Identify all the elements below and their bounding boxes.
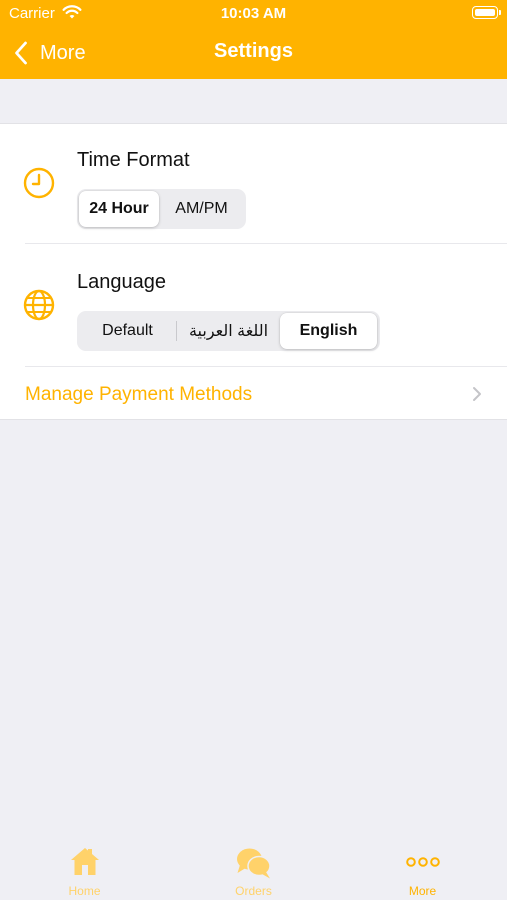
chevron-right-icon	[473, 387, 481, 401]
page-title: Settings	[214, 40, 293, 62]
status-time: 10:03 AM	[220, 5, 287, 22]
manage-payment-methods-row[interactable]: Manage Payment Methods	[0, 367, 507, 421]
header: Carrier 10:03 AM More Settings	[0, 0, 507, 79]
segment-am-pm[interactable]: AM/PM	[159, 191, 244, 227]
globe-icon	[23, 289, 55, 321]
more-dots-icon	[405, 857, 440, 867]
tab-bar: Home Orders More	[0, 836, 507, 900]
tab-more[interactable]: More	[338, 836, 507, 900]
settings-screen: Carrier 10:03 AM More Settings Time Form…	[0, 0, 507, 900]
segment-arabic[interactable]: اللغة العربية	[177, 313, 280, 349]
nav-bar: More Settings	[0, 28, 507, 79]
battery-fill	[475, 9, 495, 16]
tab-orders[interactable]: Orders	[169, 836, 338, 900]
language-segmented-control: Default اللغة العربية English	[77, 311, 380, 351]
settings-card: Time Format 24 Hour AM/PM Language Defau…	[0, 123, 507, 420]
status-bar: Carrier 10:03 AM	[0, 0, 507, 28]
segment-english[interactable]: English	[280, 313, 377, 349]
tab-orders-label: Orders	[235, 884, 272, 898]
tab-more-label: More	[408, 884, 437, 898]
segment-default[interactable]: Default	[79, 313, 176, 349]
battery-icon	[472, 6, 501, 19]
language-title: Language	[77, 271, 166, 293]
chat-bubbles-icon	[236, 848, 271, 879]
segment-24-hour[interactable]: 24 Hour	[79, 191, 159, 227]
home-icon	[70, 848, 99, 875]
time-format-title: Time Format	[77, 149, 190, 171]
manage-payment-methods-label: Manage Payment Methods	[25, 384, 253, 405]
divider	[25, 243, 507, 244]
tab-home-label: Home	[68, 884, 101, 898]
tab-home[interactable]: Home	[0, 836, 169, 900]
time-format-segmented-control: 24 Hour AM/PM	[77, 189, 246, 229]
clock-icon	[23, 167, 55, 199]
